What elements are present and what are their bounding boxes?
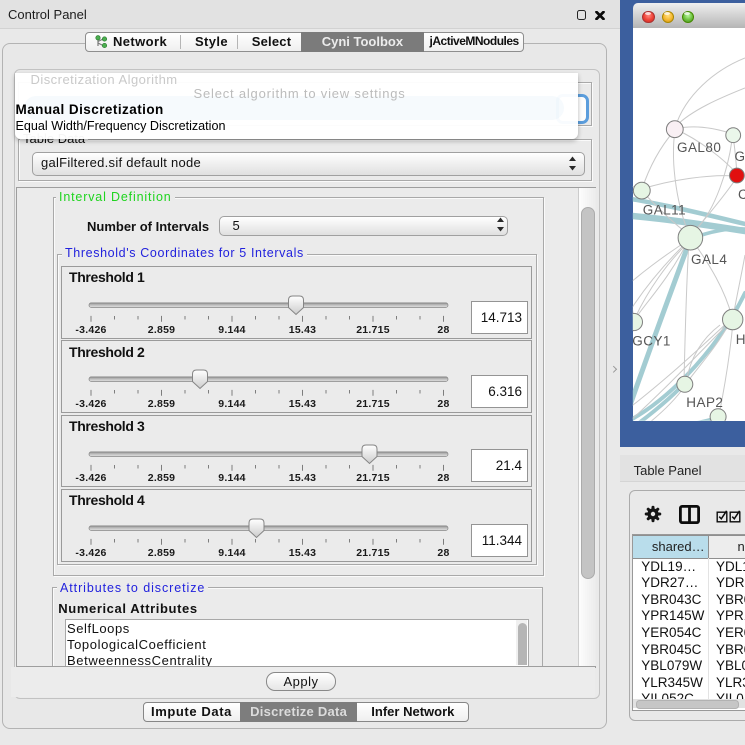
svg-text:GA: GA xyxy=(735,149,745,164)
svg-text:C: C xyxy=(738,187,745,202)
svg-text:GAL80: GAL80 xyxy=(677,140,721,155)
svg-text:GAL4: GAL4 xyxy=(691,252,727,267)
svg-text:GCY1: GCY1 xyxy=(632,334,671,349)
svg-text:H: H xyxy=(736,332,745,347)
svg-text:HAP2: HAP2 xyxy=(686,395,723,410)
svg-text:GAL11: GAL11 xyxy=(643,203,686,218)
